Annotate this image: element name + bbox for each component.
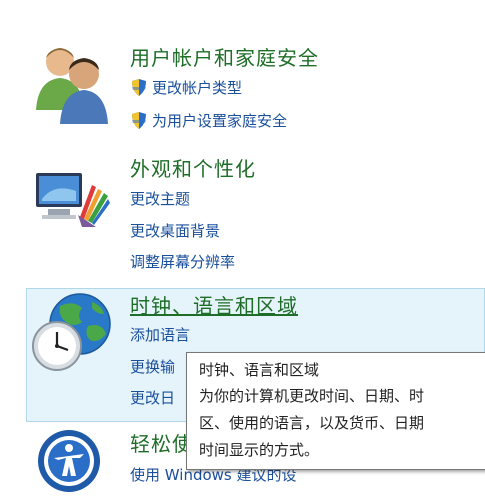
category-user-accounts: 用户帐户和家庭安全 更改帐户类型 为用户设置家庭安全 — [0, 0, 485, 145]
add-language-link[interactable]: 添加语言 — [130, 324, 190, 345]
change-account-type-label: 更改帐户类型 — [152, 79, 243, 97]
change-account-type-link[interactable]: 更改帐户类型 — [130, 77, 242, 98]
globe-clock-icon[interactable] — [30, 292, 114, 374]
clock-language-region-title[interactable]: 时钟、语言和区域 — [130, 290, 298, 319]
category-appearance: 外观和个性化 更改主题 更改桌面背景 调整屏幕分辨率 — [0, 145, 485, 285]
tooltip-line: 时间显示的方式。 — [199, 441, 320, 459]
tooltip-line: 区、使用的语言，以及货币、日期 — [199, 414, 425, 432]
family-safety-label: 为用户设置家庭安全 — [152, 112, 288, 130]
appearance-title[interactable]: 外观和个性化 — [130, 153, 256, 182]
ease-of-access-icon[interactable] — [36, 428, 102, 494]
tooltip-title: 时钟、语言和区域 — [199, 361, 320, 379]
appearance-icon[interactable] — [34, 169, 112, 229]
shield-icon — [130, 111, 148, 130]
tooltip-line: 为你的计算机更改时间、日期、时 — [199, 387, 425, 405]
adjust-resolution-link[interactable]: 调整屏幕分辨率 — [130, 251, 235, 272]
family-safety-link[interactable]: 为用户设置家庭安全 — [130, 110, 287, 131]
change-theme-link[interactable]: 更改主题 — [130, 188, 190, 209]
ease-of-access-title[interactable]: 轻松使 — [130, 428, 193, 457]
user-accounts-title[interactable]: 用户帐户和家庭安全 — [130, 42, 319, 71]
tooltip: 时钟、语言和区域 为你的计算机更改时间、日期、时 区、使用的语言，以及货币、日期… — [186, 352, 485, 470]
change-date-link[interactable]: 更改日 — [130, 387, 175, 408]
change-input-method-link[interactable]: 更换输 — [130, 356, 175, 377]
users-icon[interactable] — [32, 40, 112, 124]
shield-icon — [130, 78, 148, 97]
change-desktop-background-link[interactable]: 更改桌面背景 — [130, 220, 220, 241]
